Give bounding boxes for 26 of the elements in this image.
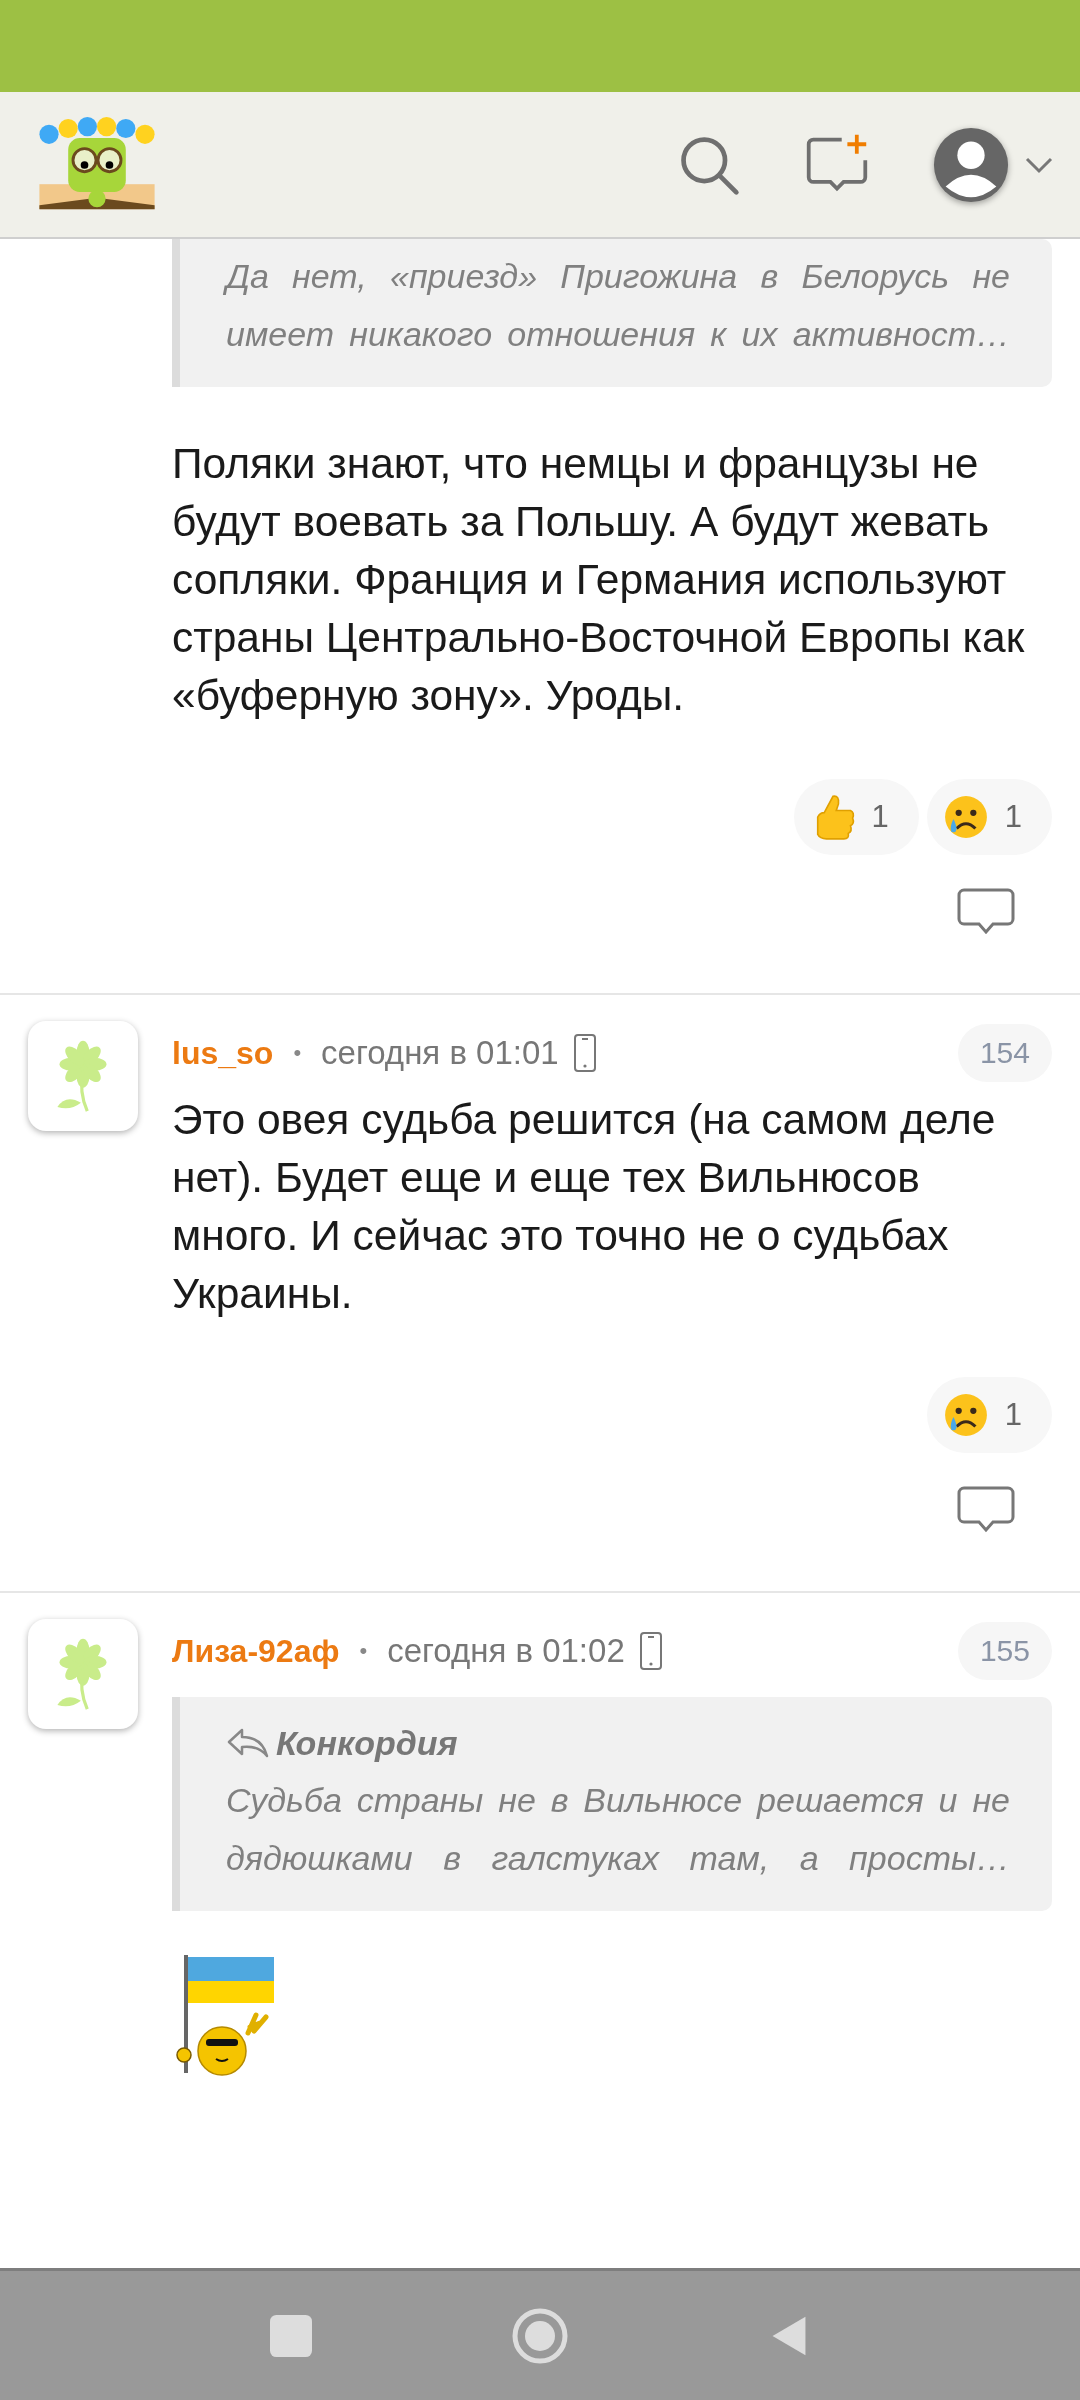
comment-number[interactable]: 155 [957,1622,1052,1680]
separator-dot: • [293,1040,302,1066]
quote-text-line: имеет никакого отношения к их активност… [226,314,1010,355]
crying-face-icon [942,793,989,841]
reaction-button[interactable]: 1 [926,779,1052,855]
phone-icon [638,1631,663,1671]
reaction-count: 1 [1004,799,1022,835]
comment-time: сегодня в 01:02 [387,1632,625,1670]
crying-face-icon [942,1391,989,1439]
reaction-count: 1 [1004,1397,1022,1433]
comment-text: Поляки знают, что немцы и французы не будут воевать за Польшу. А будут жевать сопляки. Франция и Германия используют страны Центрально-Восточной Европы как «буферную зону». Уроды. [172,439,1026,721]
comment-time: сегодня в 01:01 [321,1034,559,1072]
reaction-button[interactable]: 1 [926,1377,1052,1453]
quote-text-line: Судьба страны не в Вильнюсе решается и не [226,1780,1010,1821]
separator-dot: • [359,1638,368,1664]
quote-text-line: дядюшками в галстуках там, а просты… [226,1838,1010,1879]
reply-arrow-icon [226,1727,270,1759]
author-name[interactable]: lus_so [172,1034,274,1072]
quoted-author[interactable]: Конкордия [276,1723,458,1763]
account-icon[interactable] [932,125,1010,204]
comment-number[interactable]: 154 [957,1024,1052,1082]
author-name[interactable]: Лиза-92аф [172,1632,340,1670]
reaction-count: 1 [871,799,889,835]
phone-icon [572,1033,597,1073]
comment-text: Это овея судьба решится (на самом деле нет). Будет еще и еще тех Вильнюсов много. И сейчас это точно не о судьбах Украины. [172,1095,997,1319]
reaction-button[interactable]: 1 [793,779,919,855]
